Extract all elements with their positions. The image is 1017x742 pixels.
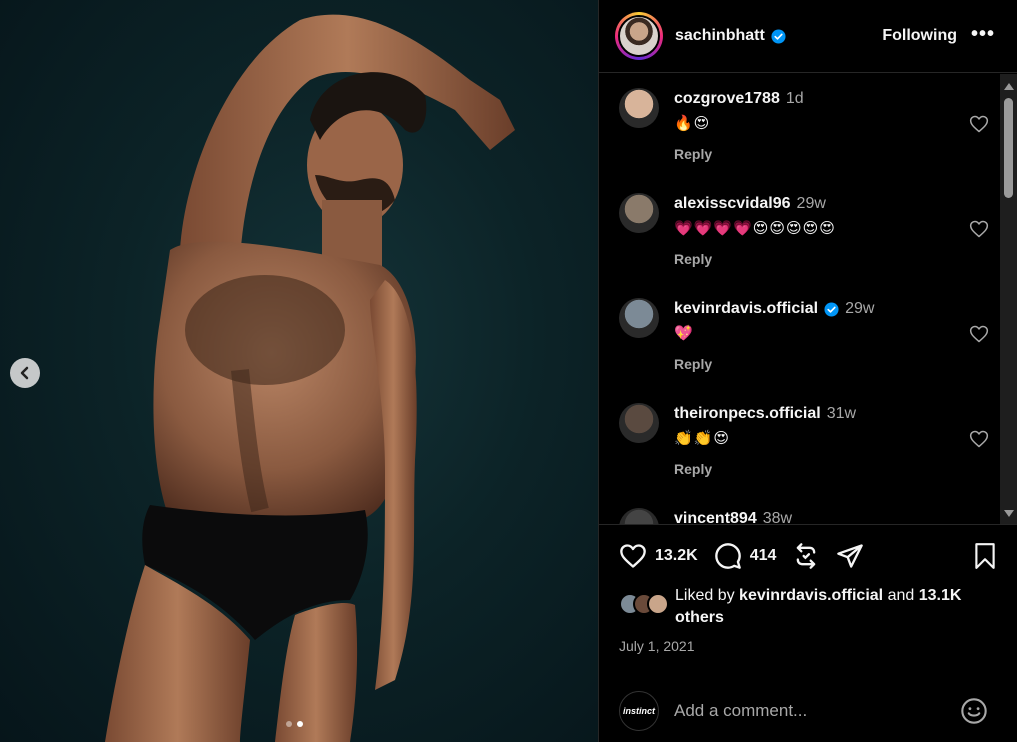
post-actions-section: 13.2K 414 Liked by kevinrdavis.official … [599,524,1017,742]
emoji-icon[interactable] [960,697,988,725]
like-comment-heart-icon[interactable] [969,429,989,449]
liked-by-text: Liked by kevinrdavis.official and 13.1K … [667,585,988,629]
author-avatar[interactable] [615,12,663,60]
verified-badge-icon [824,301,839,317]
action-bar: 13.2K 414 [619,541,998,571]
commenter-avatar[interactable] [619,193,659,233]
commenter-username[interactable]: alexisscvidal96 [674,195,791,213]
comment-time[interactable]: 29w [845,300,874,318]
commenter-avatar[interactable] [619,403,659,443]
post-side-panel: sachinbhatt Following ••• cozgrove1788 1d… [598,0,1017,742]
commenter-username[interactable]: kevinrdavis.official [674,300,818,318]
like-comment-heart-icon[interactable] [969,219,989,239]
liked-by-prefix: Liked by [675,587,735,604]
reply-button[interactable]: Reply [674,251,836,267]
scroll-down-arrow[interactable] [1004,510,1014,517]
comment-text: 💖 [674,325,694,342]
liked-by-avatars [619,593,669,629]
comment-header: alexisscvidal96 29w [674,195,836,213]
comment-header: kevinrdavis.official 29w [674,300,874,318]
share-action[interactable] [836,542,864,570]
reply-button[interactable]: Reply [674,356,874,372]
commenter-username[interactable]: cozgrove1788 [674,90,780,108]
comment-header: theironpecs.official 31w [674,405,856,423]
scroll-thumb[interactable] [1004,98,1013,198]
commenter-avatar[interactable] [619,298,659,338]
comment-body: kevinrdavis.official 29w 💖 Reply [674,300,874,372]
heart-icon [620,544,646,568]
carousel-dot [286,721,292,727]
like-comment-heart-icon[interactable] [969,114,989,134]
comment-time[interactable]: 29w [797,195,826,213]
comment-header: vincent894 38w [674,510,792,524]
commenter-avatar[interactable] [619,88,659,128]
following-button[interactable]: Following [882,27,957,45]
carousel-dots [286,721,303,727]
previous-slide-button[interactable] [10,358,40,388]
like-comment-heart-icon[interactable] [969,324,989,344]
comment-body: alexisscvidal96 29w 💗💗💗💗😍😍😍😍😍 Reply [674,195,836,267]
comment-item: vincent89438wReply [619,494,989,524]
comment-body: cozgrove1788 1d 🔥😍 Reply [674,90,804,162]
repost-action[interactable] [792,542,820,570]
verified-badge-icon [771,28,786,44]
post-date[interactable]: July 1, 2021 [619,638,695,654]
comment-item: cozgrove1788 1d 🔥😍 Reply [619,74,989,179]
more-options-button[interactable]: ••• [971,24,995,44]
comment-item: alexisscvidal96 29w 💗💗💗💗😍😍😍😍😍 Reply [619,179,989,284]
photo-figure [105,14,515,742]
likes-count: 13.2K [655,547,698,564]
current-user-avatar: instinct [619,691,659,731]
comment-time[interactable]: 38w [763,510,792,524]
post-photo [0,0,598,742]
reply-button[interactable]: Reply [674,146,804,162]
comment-action[interactable]: 414 [714,542,777,570]
comment-header: cozgrove1788 1d [674,90,804,108]
comments-count: 414 [749,547,777,564]
post-header: sachinbhatt Following ••• [599,0,1017,73]
comment-time[interactable]: 31w [827,405,856,423]
comment-body: theironpecs.official 31w 👏👏😍 Reply [674,405,856,477]
comment-text: 👏👏😍 [674,430,730,447]
chevron-left-icon [20,366,29,380]
repost-icon [797,543,816,569]
comment-icon [714,543,741,569]
liked-by-and: and [887,587,915,604]
send-icon [837,544,864,568]
add-comment-bar: instinct [599,680,1017,742]
add-comment-input[interactable] [674,701,944,721]
comment-text: 💗💗💗💗😍😍😍😍😍 [674,220,836,237]
comments-list[interactable]: cozgrove1788 1d 🔥😍 Reply alexisscvidal96 29w 💗… [599,74,999,524]
comment-body: vincent89438wReply [674,510,792,524]
comment-item: kevinrdavis.official 29w 💖 Reply [619,284,989,389]
avatar [647,593,669,615]
bookmark-icon [975,543,995,569]
comments-scrollbar[interactable] [1000,74,1017,524]
scroll-up-arrow[interactable] [1004,83,1014,90]
liked-by-user[interactable]: kevinrdavis.official [739,587,883,604]
commenter-username[interactable]: theironpecs.official [674,405,821,423]
carousel-dot-active [297,721,303,727]
comment-item: theironpecs.official 31w 👏👏😍 Reply [619,389,989,494]
commenter-username[interactable]: vincent894 [674,510,757,524]
author-username[interactable]: sachinbhatt [675,27,765,45]
commenter-avatar[interactable] [619,508,659,524]
comment-time[interactable]: 1d [786,90,804,108]
author-username-wrap: sachinbhatt [675,27,786,45]
comment-text: 🔥😍 [674,115,711,132]
like-action[interactable]: 13.2K [619,542,698,570]
liked-by-summary: Liked by kevinrdavis.official and 13.1K … [619,585,988,629]
save-action[interactable] [972,542,998,575]
reply-button[interactable]: Reply [674,461,856,477]
